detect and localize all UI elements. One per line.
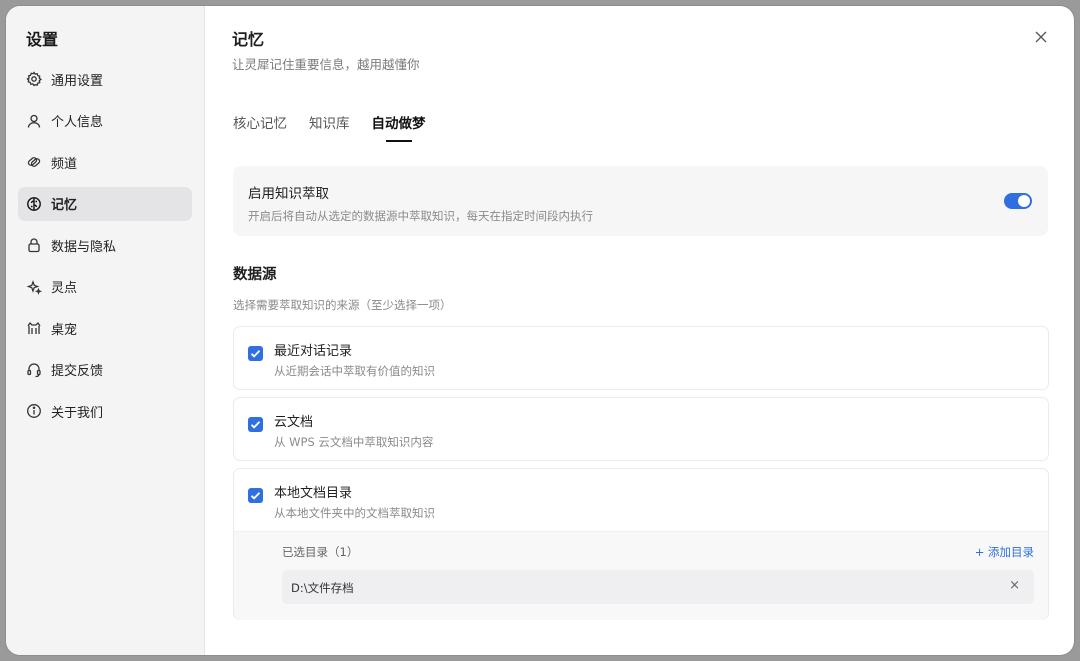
channel-icon [26, 154, 42, 170]
sidebar-item-memory[interactable]: 记忆 [18, 186, 192, 221]
sidebar-item-channel[interactable]: 频道 [18, 145, 192, 179]
remove-directory-button[interactable]: × [1009, 578, 1020, 593]
add-directory-button[interactable]: + 添加目录 [975, 544, 1034, 560]
user-icon [26, 113, 42, 129]
sidebar-item-feedback[interactable]: 提交反馈 [18, 353, 192, 387]
sidebar-title: 设置 [26, 30, 59, 49]
sidebar-item-privacy[interactable]: 数据与隐私 [18, 228, 192, 262]
info-icon [26, 403, 42, 419]
source-title: 本地文档目录 [274, 486, 353, 501]
check-icon [250, 350, 261, 358]
sidebar-item-label: 数据与隐私 [51, 239, 117, 255]
sidebar-item-label: 个人信息 [51, 115, 104, 130]
directory-path: D:\文件存档 [291, 581, 354, 595]
sidebar-item-general[interactable]: 通用设置 [18, 62, 192, 96]
main-panel: 记忆 让灵犀记住重要信息，越用越懂你 核心记忆 知识库 自动做梦 启用知识萃取 … [205, 6, 1074, 655]
toggle-knob [1018, 195, 1030, 207]
enable-title: 启用知识萃取 [248, 186, 329, 202]
gear-icon [26, 71, 42, 87]
tab-bar: 核心记忆 知识库 自动做梦 [233, 112, 448, 142]
sidebar-nav: 通用设置 个人信息 频道 记忆 数据与隐私 灵点 桌宠 提交反馈 关于我们 [18, 62, 192, 436]
check-icon [250, 421, 261, 429]
enable-extraction-card: 启用知识萃取 开启后将自动从选定的数据源中萃取知识，每天在指定时间段内执行 [233, 166, 1048, 236]
selected-dirs-label: 已选目录（1） [282, 545, 359, 559]
page-subtitle: 让灵犀记住重要信息，越用越懂你 [232, 57, 420, 72]
directory-item: D:\文件存档 × [282, 570, 1034, 604]
sidebar-item-label: 记忆 [51, 198, 78, 213]
tab-core-memory[interactable]: 核心记忆 [233, 112, 287, 142]
enable-description: 开启后将自动从选定的数据源中萃取知识，每天在指定时间段内执行 [248, 209, 593, 223]
recent-chats-checkbox[interactable] [248, 346, 263, 361]
headset-icon [26, 362, 42, 378]
pet-icon [26, 320, 42, 336]
lock-icon [26, 237, 42, 253]
sidebar-item-label: 灵点 [51, 281, 78, 296]
enable-toggle[interactable] [1004, 193, 1032, 209]
sidebar-item-label: 频道 [51, 156, 78, 172]
sidebar-item-label: 桌宠 [51, 322, 78, 338]
source-description: 从近期会话中萃取有价值的知识 [274, 364, 435, 378]
source-description: 从本地文件夹中的文档萃取知识 [274, 506, 435, 520]
datasource-title: 数据源 [233, 267, 277, 283]
tab-auto-dream[interactable]: 自动做梦 [372, 112, 426, 142]
settings-window: 设置 通用设置 个人信息 频道 记忆 数据与隐私 灵点 桌宠 提交反馈 关于我们… [6, 6, 1074, 655]
sidebar-item-label: 通用设置 [51, 73, 104, 89]
sidebar-item-about[interactable]: 关于我们 [18, 394, 192, 428]
cloud-docs-checkbox[interactable] [248, 417, 263, 432]
datasource-description: 选择需要萃取知识的来源（至少选择一项） [233, 298, 452, 312]
source-cloud-docs[interactable]: 云文档 从 WPS 云文档中萃取知识内容 [233, 397, 1049, 461]
source-description: 从 WPS 云文档中萃取知识内容 [274, 435, 434, 449]
sidebar-item-lingdian[interactable]: 灵点 [18, 270, 192, 304]
local-dirs-checkbox[interactable] [248, 488, 263, 503]
sparkle-icon [26, 279, 42, 295]
sidebar: 设置 通用设置 个人信息 频道 记忆 数据与隐私 灵点 桌宠 提交反馈 关于我们 [6, 6, 205, 655]
source-title: 云文档 [274, 415, 314, 430]
close-icon [1035, 31, 1047, 43]
selected-dirs-panel: 已选目录（1） + 添加目录 D:\文件存档 × [234, 531, 1048, 620]
sidebar-item-label: 提交反馈 [51, 364, 104, 379]
check-icon [250, 492, 261, 500]
page-title: 记忆 [232, 30, 265, 49]
source-recent-chats[interactable]: 最近对话记录 从近期会话中萃取有价值的知识 [233, 326, 1049, 390]
sidebar-item-desktop-pet[interactable]: 桌宠 [18, 311, 192, 345]
sidebar-item-label: 关于我们 [51, 405, 104, 421]
tab-knowledge-base[interactable]: 知识库 [309, 112, 350, 142]
close-button[interactable] [1032, 28, 1050, 46]
source-local-dirs[interactable]: 本地文档目录 从本地文件夹中的文档萃取知识 已选目录（1） + 添加目录 D:\… [233, 468, 1049, 620]
brain-icon [26, 196, 42, 212]
sidebar-item-profile[interactable]: 个人信息 [18, 104, 192, 138]
source-title: 最近对话记录 [274, 344, 353, 359]
